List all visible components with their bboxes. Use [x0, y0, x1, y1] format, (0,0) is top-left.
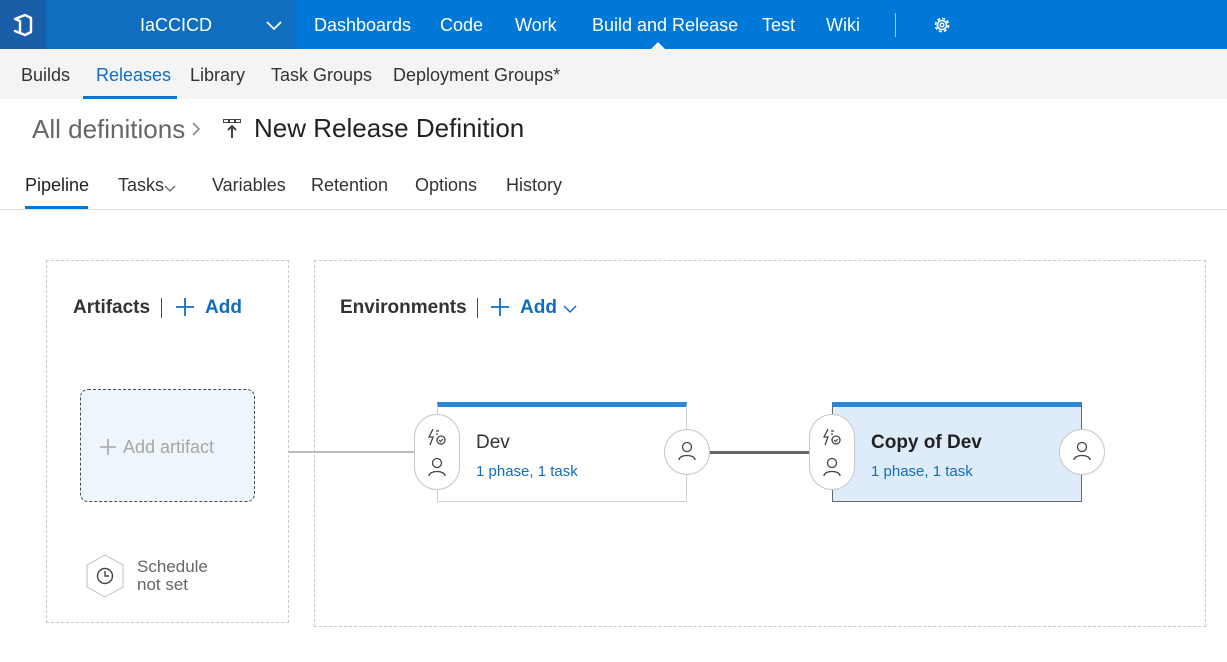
hub-navigation-bar: Builds Releases Library Task Groups Depl…: [0, 49, 1227, 99]
tab-tasks[interactable]: Tasks: [118, 175, 164, 196]
nav-test[interactable]: Test: [762, 15, 795, 36]
chevron-down-icon: [266, 17, 282, 38]
user-icon[interactable]: [428, 457, 446, 482]
plus-icon: [99, 438, 117, 461]
clock-icon[interactable]: [84, 553, 126, 604]
post-deployment-approvers[interactable]: [1059, 429, 1105, 475]
chevron-down-icon[interactable]: [563, 301, 577, 319]
hub-library[interactable]: Library: [190, 65, 245, 86]
schedule-line-2: not set: [137, 575, 189, 594]
artifacts-title: Artifacts: [73, 297, 151, 318]
nav-work[interactable]: Work: [515, 15, 557, 36]
hub-releases[interactable]: Releases: [96, 65, 171, 86]
nav-build-and-release[interactable]: Build and Release: [592, 15, 738, 36]
schedule-status[interactable]: Schedule not set: [137, 558, 227, 594]
trigger-icon[interactable]: [427, 428, 447, 451]
environment-name[interactable]: Copy of Dev: [871, 432, 982, 454]
tab-pipeline[interactable]: Pipeline: [25, 175, 89, 196]
user-icon[interactable]: [823, 457, 841, 482]
hub-task-groups[interactable]: Task Groups: [271, 65, 372, 86]
tab-history[interactable]: History: [506, 175, 562, 196]
project-selector[interactable]: IaCCICD: [46, 0, 296, 49]
tab-options[interactable]: Options: [415, 175, 477, 196]
active-nav-caret: [651, 42, 665, 49]
dev-to-copy-connector: [709, 451, 810, 454]
environments-title: Environments: [340, 297, 467, 318]
nav-divider: [895, 13, 896, 37]
hub-builds[interactable]: Builds: [21, 65, 70, 86]
nav-wiki[interactable]: Wiki: [826, 15, 860, 36]
environment-name[interactable]: Dev: [476, 432, 510, 454]
gear-icon[interactable]: [931, 14, 953, 41]
tab-variables[interactable]: Variables: [212, 175, 286, 196]
trigger-icon[interactable]: [822, 428, 842, 451]
page-title: New Release Definition: [254, 113, 525, 143]
pre-deployment-conditions[interactable]: [809, 414, 855, 490]
environment-card-copy-of-dev[interactable]: Copy of Dev 1 phase, 1 task: [832, 402, 1082, 502]
plus-icon[interactable]: [490, 297, 510, 322]
breadcrumb-all-definitions[interactable]: All definitions: [32, 114, 185, 145]
top-navigation-bar: IaCCICD Dashboards Code Work Build and R…: [0, 0, 1227, 49]
separator: [161, 298, 162, 318]
release-definition-icon: [222, 118, 242, 145]
chevron-down-icon[interactable]: [164, 181, 176, 199]
plus-icon[interactable]: [175, 297, 195, 322]
project-name: IaCCICD: [140, 15, 213, 35]
separator: [477, 298, 478, 318]
hub-deployment-groups[interactable]: Deployment Groups*: [393, 65, 560, 86]
vsts-logo-icon[interactable]: [0, 0, 46, 49]
user-icon[interactable]: [1073, 441, 1091, 466]
nav-code[interactable]: Code: [440, 15, 483, 36]
tabs-divider: [0, 209, 1227, 210]
user-icon[interactable]: [678, 441, 696, 466]
active-hub-underline: [83, 96, 177, 99]
tab-retention[interactable]: Retention: [311, 175, 388, 196]
nav-dashboards[interactable]: Dashboards: [314, 15, 411, 36]
schedule-line-1: Schedule: [137, 557, 208, 576]
artifact-to-dev-connector: [289, 451, 415, 453]
add-artifact-link[interactable]: Add: [205, 297, 242, 319]
environment-card-dev[interactable]: Dev 1 phase, 1 task: [437, 402, 687, 502]
environment-summary[interactable]: 1 phase, 1 task: [871, 463, 973, 480]
post-deployment-approvers[interactable]: [664, 429, 710, 475]
add-environment-link[interactable]: Add: [520, 297, 557, 319]
add-artifact-label[interactable]: Add artifact: [123, 437, 214, 458]
pre-deployment-conditions[interactable]: [414, 414, 460, 490]
environment-summary[interactable]: 1 phase, 1 task: [476, 463, 578, 480]
chevron-right-icon: [190, 121, 202, 142]
